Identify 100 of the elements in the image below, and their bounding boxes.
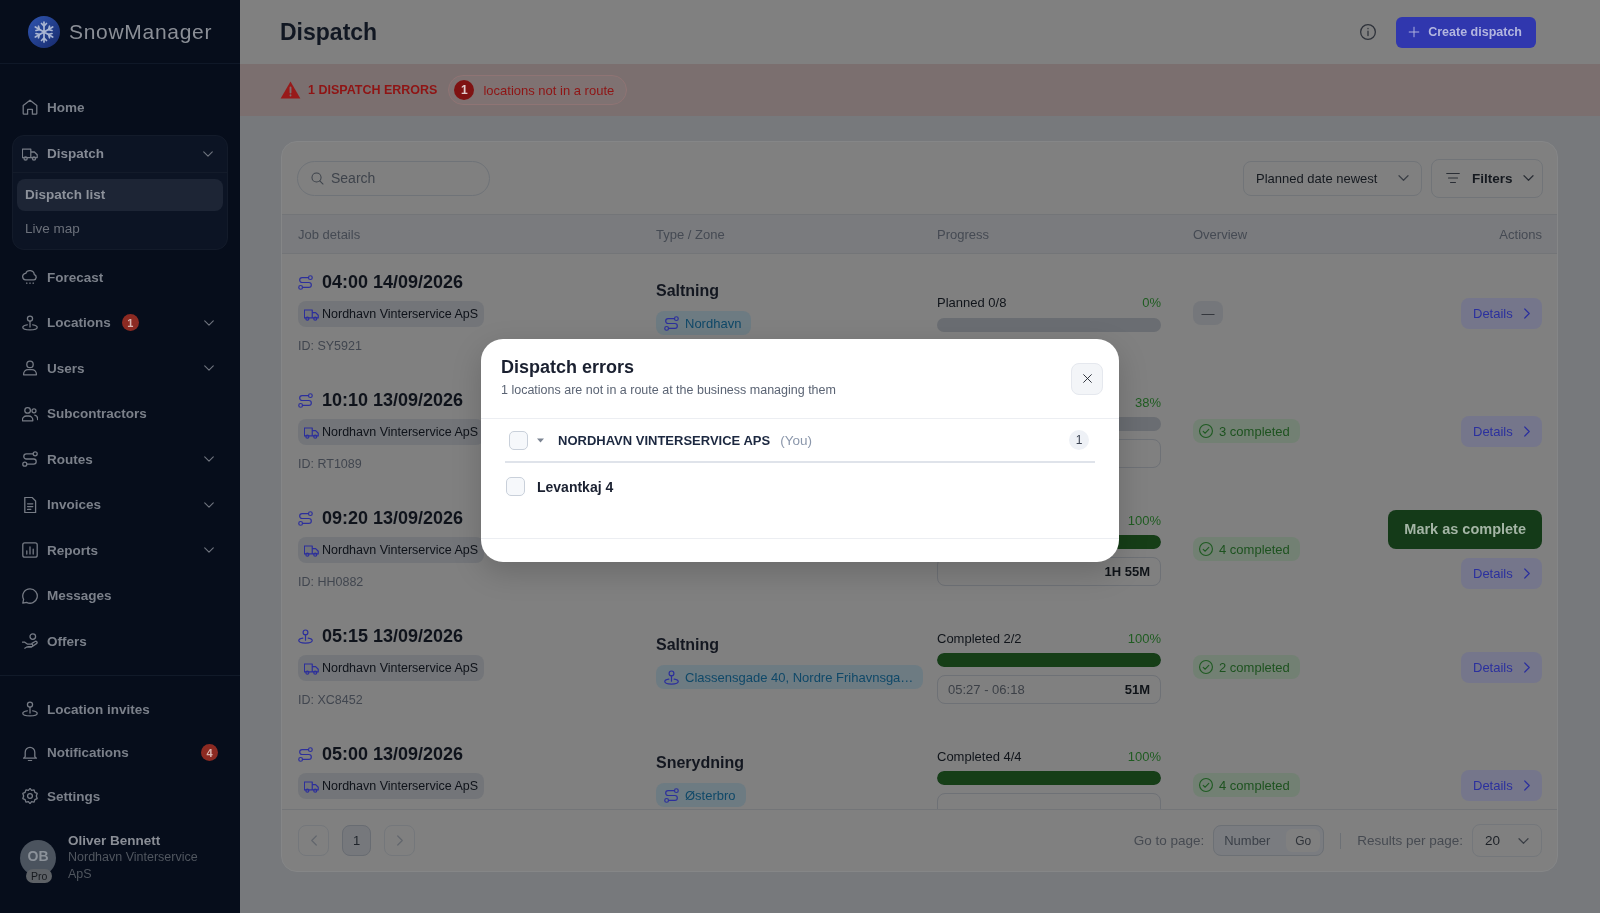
nav-item[interactable]: Subcontractors <box>12 395 228 432</box>
page-title: Dispatch <box>280 18 378 46</box>
nav-item[interactable]: Forecast <box>12 259 228 295</box>
job-id: ID: SY5921 <box>298 339 362 353</box>
checkbox[interactable] <box>509 430 528 450</box>
nav-item[interactable]: Settings <box>12 778 228 814</box>
progress-percent: 38% <box>1134 394 1161 410</box>
duration: 1H 55M <box>1104 564 1150 579</box>
go-button[interactable]: Go <box>1286 829 1321 852</box>
chevron-down-icon[interactable] <box>204 547 214 553</box>
truck-icon <box>304 542 319 558</box>
status-text: 2 completed <box>1219 659 1290 675</box>
cloud-icon <box>22 269 38 285</box>
job-id: ID: XC8452 <box>298 693 363 707</box>
job-type: Saltning <box>656 635 720 655</box>
nav-item[interactable]: Invoices <box>12 486 228 523</box>
error-title: 1 DISPATCH ERRORS <box>308 83 438 97</box>
chat-bubble-icon <box>22 587 38 604</box>
close-icon <box>1081 373 1093 384</box>
nav-item[interactable]: Offers <box>12 623 228 659</box>
nav-item[interactable]: Dispatch <box>13 135 227 172</box>
route-icon <box>298 274 313 290</box>
nav-subitem[interactable]: Dispatch list <box>17 178 223 211</box>
job-time: 05:15 13/09/2026 <box>322 625 464 647</box>
per-page-label: Results per page: <box>1357 833 1463 848</box>
map-pin-icon <box>298 628 313 644</box>
nav-item[interactable]: Reports <box>12 532 228 568</box>
group-note: (You) <box>780 432 812 448</box>
chevron-right-icon <box>1524 307 1530 319</box>
filter-icon <box>1444 171 1462 185</box>
status-text: 3 completed <box>1219 423 1290 439</box>
goto-label: Go to page: <box>1133 833 1205 848</box>
zone-name: Østerbro <box>685 787 736 803</box>
duration: 51M <box>1124 682 1150 697</box>
nav-subitem[interactable]: Live map <box>17 212 223 245</box>
avatar-initials: OB <box>27 848 49 864</box>
route-icon <box>22 451 38 467</box>
company-name: Nordhavn Vinterservice ApS <box>322 661 479 675</box>
user-icon <box>22 360 38 376</box>
chevron-down-icon[interactable] <box>204 501 214 508</box>
user-company: Nordhavn Vinterservice ApS <box>68 849 199 883</box>
company-name: Nordhavn Vinterservice ApS <box>322 543 479 557</box>
nav-item[interactable]: Locations 1 <box>12 304 228 341</box>
mark-complete-button[interactable]: Mark as complete <box>1388 509 1542 549</box>
search-field[interactable]: Search <box>297 160 490 196</box>
job-time: 05:00 13/09/2026 <box>322 743 464 765</box>
job-time: 09:20 13/09/2026 <box>322 507 464 529</box>
progress-percent: 100% <box>1127 512 1161 528</box>
info-icon <box>1360 24 1377 40</box>
truck-icon <box>304 660 319 676</box>
chevron-down-icon[interactable] <box>204 365 214 371</box>
job-time: 04:00 14/09/2026 <box>322 271 464 293</box>
map-pin-icon <box>664 669 679 685</box>
nav-item[interactable]: Notifications 4 <box>12 734 228 771</box>
brand-name: SnowManager <box>69 19 213 44</box>
time-range: 05:27 - 06:18 <box>948 682 1025 697</box>
page-button[interactable]: 1 <box>342 825 371 856</box>
dialog-subtitle: 1 locations are not in a route at the business managing them <box>501 383 836 397</box>
caret-icon[interactable] <box>537 437 544 443</box>
group-name: NORDHAVN VINTERSERVICE APS <box>558 432 771 448</box>
progress-percent: 100% <box>1127 630 1161 646</box>
job-id: ID: RT1089 <box>298 457 362 471</box>
nav-item[interactable]: Messages <box>12 577 228 614</box>
map-pin-icon <box>22 314 38 331</box>
progress-label: Planned 0/8 <box>937 295 1007 310</box>
plan-badge: Pro <box>26 868 53 883</box>
progress-percent: 100% <box>1127 748 1161 764</box>
sort-dropdown[interactable]: Planned date newest <box>1243 160 1422 196</box>
nav-item[interactable]: Location invites <box>12 691 228 727</box>
user-name: Oliver Bennett <box>68 832 162 849</box>
home-icon <box>22 99 38 115</box>
route-icon <box>298 746 313 762</box>
check-circle-icon <box>1199 660 1213 674</box>
check-circle-icon <box>1199 778 1213 792</box>
count-badge: 1 <box>1069 430 1089 450</box>
chevron-down-icon <box>1398 175 1409 181</box>
chevron-down-icon[interactable] <box>204 456 214 462</box>
nav-item[interactable]: Users <box>12 350 228 386</box>
nav-item[interactable]: Routes <box>12 441 228 477</box>
create-dispatch-button[interactable]: Create dispatch <box>1396 16 1536 48</box>
status-chip: — <box>1193 301 1223 325</box>
company-name: Nordhavn Vinterservice ApS <box>322 425 479 439</box>
zone-name: Nordhavn <box>685 315 742 331</box>
route-icon <box>664 315 679 331</box>
zone-name: Classensgade 40, Nordre Frihavnsga… <box>685 669 914 685</box>
truck-icon <box>304 424 319 440</box>
progress-percent: 0% <box>1142 295 1161 310</box>
chevron-right-icon <box>1524 567 1530 579</box>
chevron-down-icon[interactable] <box>203 150 213 157</box>
chevron-down-icon <box>1518 837 1529 844</box>
nav-item[interactable]: Home <box>12 89 228 125</box>
chevron-right-icon <box>1524 779 1530 791</box>
check-circle-icon <box>1199 424 1213 438</box>
checkbox[interactable] <box>506 477 525 496</box>
chevron-right-icon <box>1524 661 1530 673</box>
chevron-down-icon[interactable] <box>204 319 214 326</box>
per-page-select[interactable]: 20 <box>1472 824 1542 857</box>
filters-button[interactable]: Filters <box>1431 158 1543 198</box>
route-icon <box>664 787 679 803</box>
error-chip[interactable]: 1 locations not in a route <box>448 75 628 105</box>
